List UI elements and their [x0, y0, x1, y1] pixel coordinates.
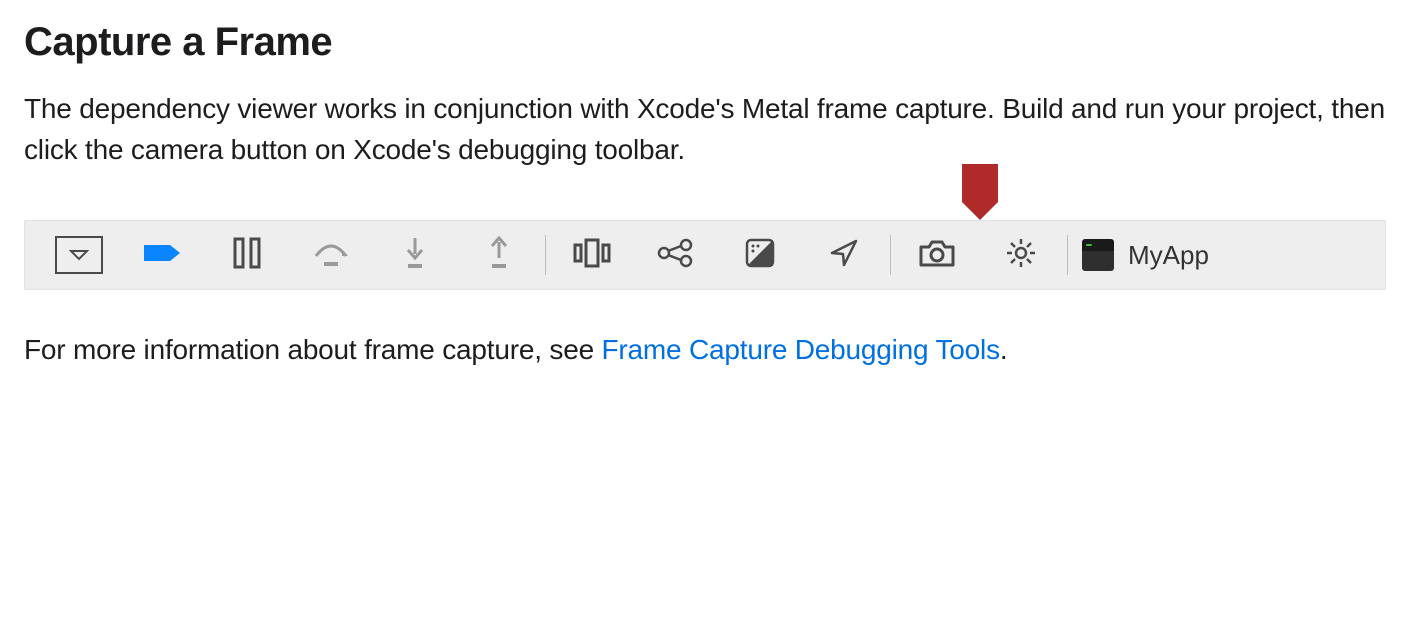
debug-toolbar: MyApp: [24, 220, 1386, 290]
breakpoint-icon: [142, 241, 184, 270]
debug-toolbar-figure: MyApp: [24, 220, 1386, 290]
environment-overrides-icon: [744, 237, 776, 274]
step-over-icon: [312, 238, 350, 273]
toolbar-separator: [545, 235, 546, 275]
capture-frame-button[interactable]: [895, 221, 979, 289]
environment-overrides-button[interactable]: [718, 221, 802, 289]
memory-graph-icon: [656, 238, 696, 273]
footer-prefix-text: For more information about frame capture…: [24, 334, 602, 365]
simulate-location-button[interactable]: [802, 221, 886, 289]
frame-capture-docs-link[interactable]: Frame Capture Debugging Tools: [602, 334, 1000, 365]
app-target-segment[interactable]: MyApp: [1082, 239, 1209, 271]
step-out-button[interactable]: [457, 221, 541, 289]
view-debugger-icon: [572, 237, 612, 274]
step-into-icon: [400, 236, 430, 275]
memory-graph-button[interactable]: [634, 221, 718, 289]
toolbar-separator: [890, 235, 891, 275]
debug-dropdown-button[interactable]: [37, 221, 121, 289]
callout-pointer-icon: [958, 162, 1002, 222]
location-icon: [828, 237, 860, 274]
step-into-button[interactable]: [373, 221, 457, 289]
app-target-label: MyApp: [1128, 240, 1209, 271]
section-heading: Capture a Frame: [24, 20, 1386, 65]
section-paragraph: The dependency viewer works in conjuncti…: [24, 89, 1386, 170]
camera-icon: [917, 237, 957, 274]
debug-settings-button[interactable]: [979, 221, 1063, 289]
footer-suffix-text: .: [1000, 334, 1008, 365]
toolbar-separator: [1067, 235, 1068, 275]
debug-dropdown-icon: [55, 236, 103, 274]
pause-button[interactable]: [205, 221, 289, 289]
step-over-button[interactable]: [289, 221, 373, 289]
step-out-icon: [484, 236, 514, 275]
app-target-icon: [1082, 239, 1114, 271]
view-debugger-button[interactable]: [550, 221, 634, 289]
pause-icon: [232, 237, 262, 274]
footer-paragraph: For more information about frame capture…: [24, 330, 1386, 371]
breakpoint-button[interactable]: [121, 221, 205, 289]
settings-gear-icon: [1005, 237, 1037, 274]
